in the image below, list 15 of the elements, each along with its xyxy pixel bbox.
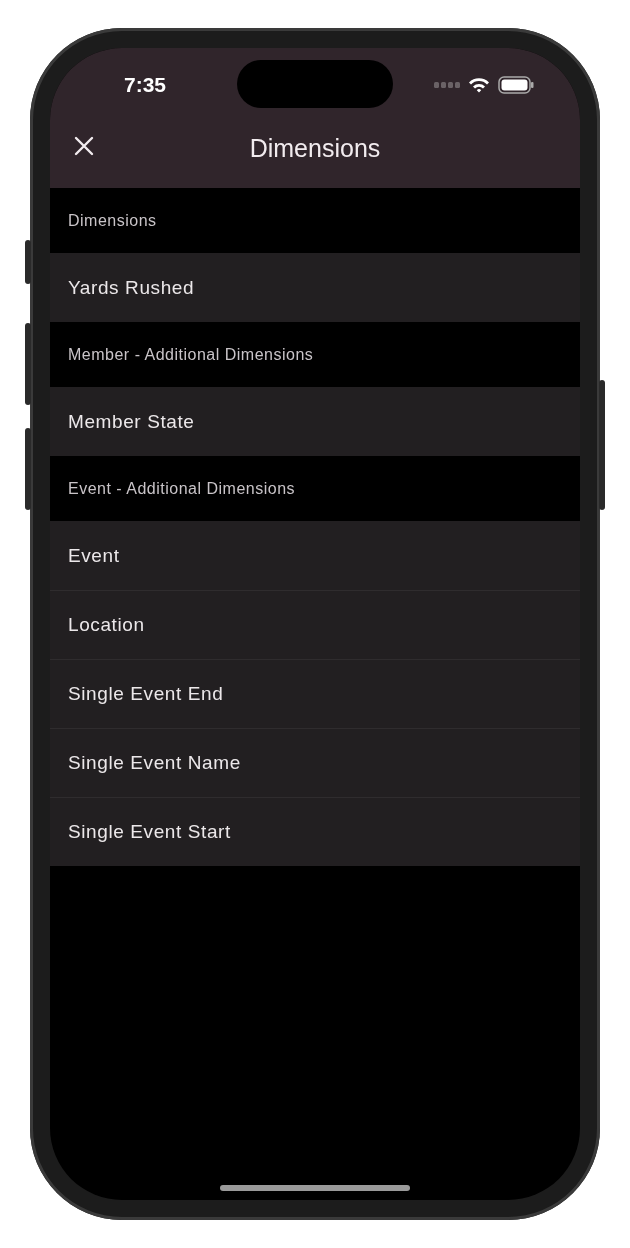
status-time: 7:35 — [124, 73, 167, 97]
battery-icon — [498, 76, 534, 94]
section-header: Dimensions — [67, 210, 158, 231]
section-header: Member - Additional Dimensions — [67, 344, 315, 365]
section-header: Event - Additional Dimensions — [67, 478, 297, 499]
wifi-icon — [468, 77, 490, 93]
list-item[interactable]: Single Event Name — [50, 728, 580, 797]
list-item[interactable]: Member State — [50, 387, 580, 456]
list-item[interactable]: Single Event Start — [50, 797, 580, 866]
screen-title: Dimensions — [249, 133, 381, 163]
list-item[interactable]: Single Event End — [50, 659, 580, 728]
list-item[interactable]: Yards Rushed — [50, 253, 580, 322]
list-item[interactable]: Location — [50, 590, 580, 659]
signal-icon — [434, 82, 460, 88]
list-item[interactable]: Event — [50, 521, 580, 590]
